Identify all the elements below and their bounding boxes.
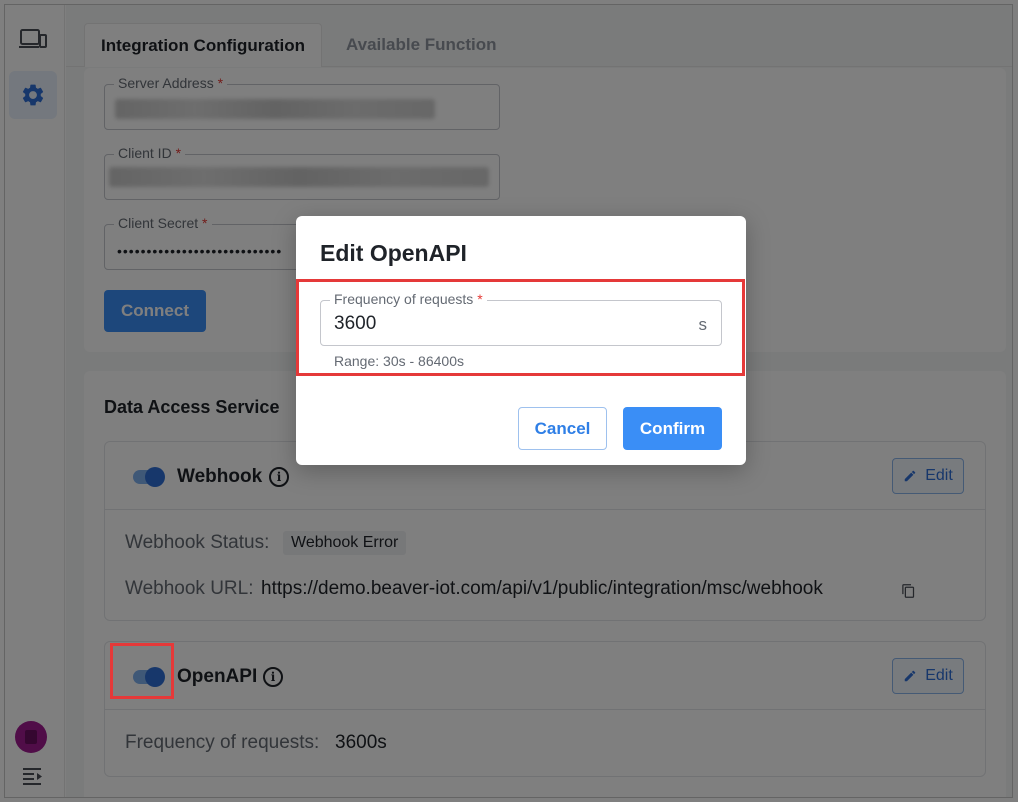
toggle-highlight-box: [110, 643, 174, 699]
confirm-button[interactable]: Confirm: [623, 407, 722, 450]
field-highlight-box: [296, 279, 745, 376]
cancel-button[interactable]: Cancel: [518, 407, 607, 450]
dialog-title: Edit OpenAPI: [320, 240, 467, 266]
